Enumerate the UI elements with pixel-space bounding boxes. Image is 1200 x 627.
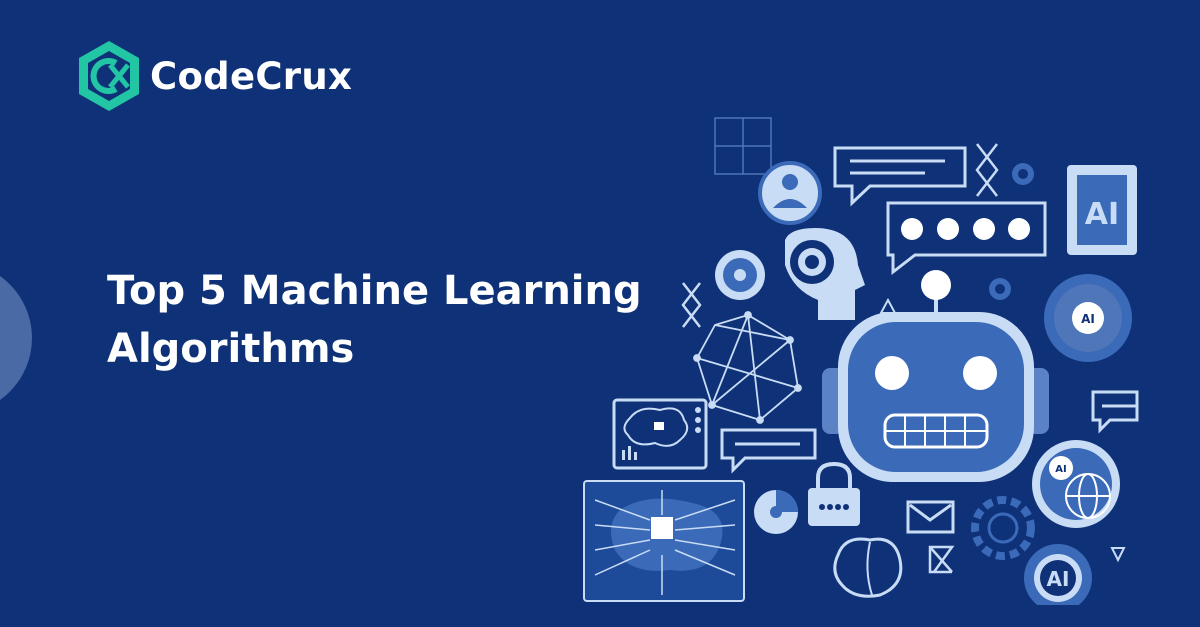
- brand-name: CodeCrux: [150, 54, 353, 98]
- brand-logo: CodeCrux: [76, 39, 352, 113]
- typing-bubble-icon: [886, 201, 1047, 276]
- chat-bubble-icon: [833, 146, 967, 207]
- lock-icon: [808, 461, 860, 526]
- codecrux-hexagon-icon: [79, 41, 139, 111]
- gear-icon: [1012, 163, 1034, 185]
- ai-gear-icon-2: AI: [1024, 544, 1092, 605]
- dna-icon: [975, 143, 999, 197]
- triangle-icon: [879, 297, 897, 314]
- neural-network-icon: [693, 311, 802, 424]
- ai-robot-illustration: AI AI AI AI: [583, 117, 1139, 605]
- radial-target-icon: [715, 250, 765, 300]
- brain-monitor-icon: [612, 398, 708, 470]
- gear-outline-icon: [971, 496, 1035, 560]
- hourglass-icon: [928, 545, 955, 574]
- ai-globe-icon: AI: [1032, 440, 1120, 528]
- ai-gear-icon: AI: [1044, 274, 1132, 362]
- triangle-icon-2: [1110, 547, 1126, 563]
- ai-chip-label: AI: [1085, 197, 1119, 232]
- robot-icon: [822, 270, 1049, 482]
- circuit-brain-icon: [583, 480, 745, 602]
- ai-gear-label-2: AI: [1047, 567, 1070, 591]
- dots-icon: [695, 407, 701, 433]
- grid-icon: [714, 117, 772, 175]
- ai-globe-label: AI: [1055, 464, 1066, 475]
- ai-chip-icon: AI: [1067, 165, 1137, 255]
- user-avatar-icon: [758, 161, 822, 225]
- decorative-half-circle: [0, 262, 32, 414]
- message-bubble-icon-2: [1091, 390, 1139, 434]
- pie-chart-icon: [754, 490, 798, 534]
- message-bubble-icon: [720, 428, 817, 474]
- brain-head-icon: [785, 228, 865, 320]
- banner: CodeCrux Top 5 Machine Learning Algorith…: [0, 0, 1200, 627]
- dna-icon-2: [681, 282, 702, 328]
- mail-icon: [906, 500, 955, 534]
- brain-icon: [833, 537, 903, 598]
- gear-icon-2: [989, 278, 1011, 300]
- ai-gear-label: AI: [1081, 312, 1095, 326]
